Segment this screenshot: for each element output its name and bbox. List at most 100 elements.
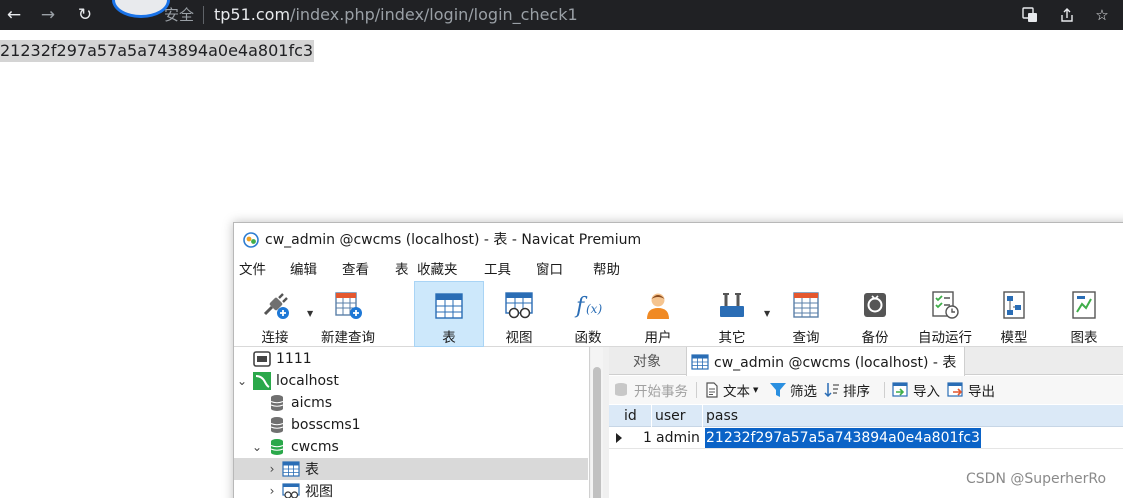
- sort-label: 排序: [843, 384, 870, 400]
- tree-item-tables[interactable]: › 表: [234, 458, 588, 480]
- connect-dropdown-icon[interactable]: ▼: [307, 309, 313, 318]
- main-toolbar: 连接 ▼ 新建查询 表 视图 f (x) 函数 用户 其它 ▼ 查询 备份 自动…: [234, 281, 1123, 347]
- column-header-id[interactable]: id: [624, 405, 652, 427]
- tree-label: aicms: [291, 395, 333, 411]
- function-icon: f (x): [571, 289, 605, 321]
- begin-transaction-button[interactable]: 开始事务: [613, 376, 688, 404]
- menu-view[interactable]: 查看: [342, 257, 369, 281]
- browser-toolbar: ← → ↻ 安全 tp51.com/index.php/index/login/…: [0, 0, 1123, 30]
- chart-icon: [1067, 289, 1101, 321]
- security-label[interactable]: 安全: [164, 0, 194, 30]
- view-button[interactable]: 视图: [492, 281, 546, 347]
- function-label: 函数: [574, 330, 602, 346]
- table-label: 表: [442, 330, 456, 346]
- other-dropdown-icon[interactable]: ▼: [764, 309, 770, 318]
- tree-item-localhost[interactable]: ⌄ localhost: [234, 370, 588, 392]
- text-button[interactable]: 文本 ▼: [704, 376, 758, 404]
- mysql-connection-icon: [253, 372, 271, 390]
- import-button[interactable]: 导入: [892, 376, 940, 404]
- menu-help[interactable]: 帮助: [593, 257, 620, 281]
- tree-scrollbar-thumb[interactable]: [593, 367, 601, 498]
- transaction-icon: [615, 383, 627, 396]
- svg-text:(x): (x): [586, 302, 602, 316]
- import-icon: [892, 382, 908, 397]
- query-button[interactable]: 查询: [779, 281, 833, 347]
- tab-bar: 对象 cw_admin @cwcms (localhost) - 表: [609, 347, 1123, 376]
- user-label: 用户: [644, 330, 672, 346]
- connection-tree: 1111 ⌄ localhost aicms bosscms1 ⌄ cwcms …: [234, 347, 590, 498]
- database-icon: [270, 417, 284, 433]
- toolbar-divider: [696, 382, 697, 398]
- share-icon[interactable]: [1056, 0, 1078, 30]
- tree-item-views[interactable]: › 视图: [234, 480, 588, 498]
- tab-label: cw_admin @cwcms (localhost) - 表: [714, 354, 957, 371]
- address-bar[interactable]: tp51.com/index.php/index/login/login_che…: [214, 0, 578, 30]
- column-header-user[interactable]: user: [655, 405, 703, 427]
- tree-item-bosscms1[interactable]: bosscms1: [234, 414, 588, 436]
- model-label: 模型: [1000, 330, 1028, 346]
- menu-bar: 文件 编辑 查看 表 收藏夹 工具 窗口 帮助: [234, 257, 1123, 281]
- sort-icon: [824, 383, 839, 398]
- function-button[interactable]: f (x) 函数: [561, 281, 615, 347]
- reload-icon[interactable]: ↻: [73, 0, 97, 30]
- table-button[interactable]: 表: [414, 281, 484, 347]
- text-dropdown-icon[interactable]: ▼: [753, 386, 758, 394]
- view-label: 视图: [505, 330, 533, 346]
- tree-item-1111[interactable]: 1111: [234, 348, 588, 370]
- tree-label: 视图: [305, 484, 333, 498]
- chart-button[interactable]: 图表: [1057, 281, 1111, 347]
- current-row-indicator-icon: [616, 433, 622, 443]
- expand-arrow-icon[interactable]: ›: [266, 462, 278, 476]
- cell-pass[interactable]: 21232f297a57a5a743894a0e4a801fc3: [705, 428, 981, 448]
- collapse-arrow-icon[interactable]: ⌄: [251, 440, 263, 454]
- filter-button[interactable]: 筛选: [769, 376, 817, 404]
- menu-window[interactable]: 窗口: [536, 257, 563, 281]
- schedule-icon: [928, 289, 962, 321]
- tab-cw-admin[interactable]: cw_admin @cwcms (localhost) - 表: [686, 347, 966, 376]
- cell-id[interactable]: 1: [643, 427, 652, 449]
- table-icon: [282, 461, 300, 477]
- model-button[interactable]: 模型: [987, 281, 1041, 347]
- connect-button[interactable]: 连接: [248, 281, 302, 347]
- tree-label: cwcms: [291, 439, 339, 455]
- tree-item-aicms[interactable]: aicms: [234, 392, 588, 414]
- backup-button[interactable]: 备份: [848, 281, 902, 347]
- cell-user[interactable]: admin: [656, 427, 700, 449]
- menu-file[interactable]: 文件: [239, 257, 266, 281]
- connect-label: 连接: [261, 330, 289, 346]
- bookmark-star-icon[interactable]: ☆: [1091, 0, 1113, 30]
- tree-item-cwcms[interactable]: ⌄ cwcms: [234, 436, 588, 458]
- menu-edit[interactable]: 编辑: [290, 257, 317, 281]
- export-button[interactable]: 导出: [947, 376, 995, 404]
- sort-button[interactable]: 排序: [824, 376, 870, 404]
- menu-tools[interactable]: 工具: [484, 257, 511, 281]
- new-query-icon: [331, 289, 365, 321]
- other-button[interactable]: 其它: [705, 281, 759, 347]
- view-icon: [502, 289, 536, 321]
- automation-button[interactable]: 自动运行: [916, 281, 974, 347]
- site-info-icon[interactable]: [112, 0, 170, 18]
- collapse-arrow-icon[interactable]: ⌄: [236, 374, 248, 388]
- expand-arrow-icon[interactable]: ›: [266, 484, 278, 498]
- navicat-window: cw_admin @cwcms (localhost) - 表 - Navica…: [233, 222, 1123, 498]
- menu-table[interactable]: 表: [395, 257, 409, 281]
- table-row[interactable]: 1 admin 21232f297a57a5a743894a0e4a801fc3: [609, 427, 1123, 449]
- table-icon: [432, 290, 466, 321]
- back-icon[interactable]: ←: [2, 0, 26, 30]
- text-label: 文本: [723, 384, 750, 400]
- table-icon: [691, 353, 709, 370]
- tree-scrollbar[interactable]: [591, 347, 603, 498]
- translate-icon[interactable]: [1019, 0, 1041, 30]
- forward-icon[interactable]: →: [36, 0, 60, 30]
- new-query-button[interactable]: 新建查询: [318, 281, 378, 347]
- tree-label: 1111: [276, 351, 312, 367]
- url-divider: [203, 6, 204, 24]
- query-label: 查询: [792, 330, 820, 346]
- toolbar-divider: [884, 382, 885, 398]
- user-button[interactable]: 用户: [631, 281, 685, 347]
- tab-objects[interactable]: 对象: [633, 347, 661, 375]
- column-header-pass[interactable]: pass: [706, 405, 1123, 427]
- window-titlebar[interactable]: cw_admin @cwcms (localhost) - 表 - Navica…: [234, 223, 1123, 257]
- menu-favorites[interactable]: 收藏夹: [417, 257, 458, 281]
- navicat-logo-icon: [243, 232, 259, 248]
